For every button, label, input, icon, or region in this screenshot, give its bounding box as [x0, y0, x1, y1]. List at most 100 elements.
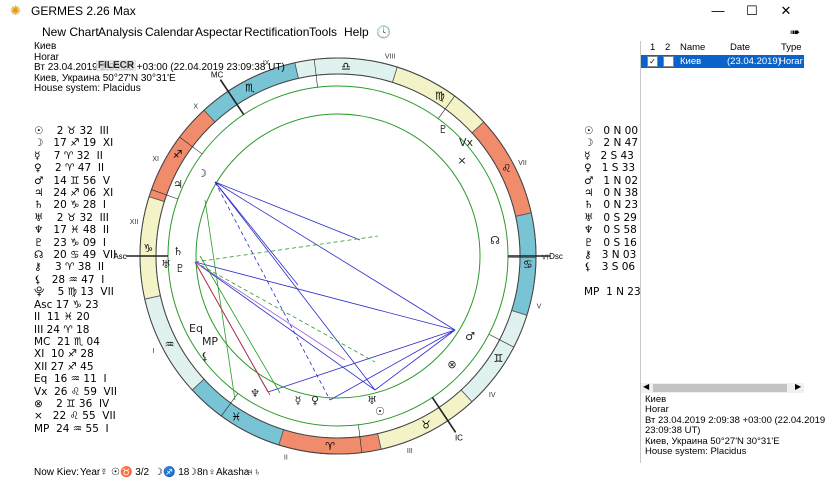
- list-item: MP 1 N 23: [584, 286, 641, 299]
- sign-glyph: ♉: [421, 418, 431, 431]
- panel-info-line: House system: Placidus: [645, 446, 747, 458]
- status-now: Now Kiev:: [34, 467, 80, 478]
- status-year[interactable]: Year☿: [80, 467, 108, 478]
- house-number: IV: [489, 392, 496, 399]
- list-item: MC 21 ♏ 04: [34, 335, 100, 348]
- house-number: V: [537, 304, 542, 311]
- list-item: Vx 26 ♌ 59 VII: [34, 385, 117, 398]
- list-item: ♀ 1 S 33: [584, 162, 636, 175]
- col-date[interactable]: Date: [730, 42, 750, 53]
- planet-glyph: ♇: [438, 123, 448, 136]
- planet-glyph: ♄: [173, 245, 183, 258]
- info-place: Киев, Украина 50°27'N 30°31'E: [34, 72, 176, 84]
- planet-glyph: MP: [202, 335, 218, 348]
- planet-glyph: ☉: [375, 405, 385, 418]
- col-1[interactable]: 1: [650, 42, 655, 53]
- sign-glyph: ♎: [341, 60, 351, 73]
- list-item: ⚷ 3 ♈ 38 II: [34, 261, 105, 274]
- list-item: ♆ 17 ♓ 48 II: [34, 224, 110, 237]
- planet-glyph: ♃: [173, 178, 183, 191]
- status-moon[interactable]: ☽♐ 18: [154, 467, 189, 478]
- col-name[interactable]: Name: [680, 42, 705, 53]
- col-type[interactable]: Type: [781, 42, 802, 53]
- row-date: (23.04.2019): [727, 56, 781, 67]
- list-item: ♄ 0 N 23: [584, 199, 638, 212]
- house-number: II: [284, 454, 288, 461]
- status-sun[interactable]: ☉♉ 3/2: [111, 467, 149, 478]
- panel-toggle-icon[interactable]: ➠: [790, 25, 800, 39]
- list-item: ♂ 1 N 02: [584, 174, 638, 187]
- planet-glyph: ⊗: [447, 358, 456, 371]
- list-item: [584, 274, 641, 286]
- row-name: Киев: [680, 56, 702, 67]
- panel-info-line: Вт 23.04.2019 2:09:38 +03:00 (22.04.2019: [645, 414, 826, 426]
- sign-glyph: ♌: [501, 162, 511, 175]
- scroll-right-icon[interactable]: ▶: [795, 382, 801, 391]
- watermark: FILECR: [96, 60, 137, 71]
- sign-glyph: ♍: [435, 90, 445, 103]
- house-number: VII: [518, 160, 527, 167]
- list-item: ♅ 2 ♉ 32 III: [34, 211, 109, 224]
- chart-list-header: 1 2 Name Date Type: [641, 41, 804, 54]
- sign-glyph: ♊: [493, 352, 503, 365]
- list-item: ☽ 2 N 47: [584, 137, 638, 150]
- house-number: X: [193, 104, 198, 111]
- planet-glyph: ♂: [465, 330, 475, 343]
- status-akasha[interactable]: Akasha: [216, 467, 249, 478]
- check-2-checkbox[interactable]: [663, 56, 674, 67]
- planet-glyph: ⚸: [201, 350, 209, 363]
- maximize-button[interactable]: ☐: [734, 0, 770, 22]
- info-house-system: House system: Placidus: [34, 83, 141, 94]
- list-item: MP 24 ♒ 55 I: [34, 422, 109, 435]
- col-2[interactable]: 2: [665, 42, 670, 53]
- house-ring: [167, 85, 509, 427]
- list-item: II 11 ♓ 20: [34, 311, 90, 324]
- list-item: Eq 16 ♒ 11 I: [34, 373, 107, 386]
- list-item: ♇ 0 S 16: [584, 236, 637, 249]
- sign-glyph: ♐: [173, 148, 183, 161]
- list-item: ☿ 7 ♈ 32 II: [34, 149, 103, 162]
- chart-list-row[interactable]: ✓ Киев (23.04.2019) Horar: [641, 55, 804, 68]
- planet-glyph: Eq: [189, 322, 203, 335]
- list-item: ☉ 2 ♉ 32 III: [34, 125, 109, 137]
- list-item: XII 27 ♐ 45: [34, 360, 94, 373]
- planet-glyph: ☽: [197, 167, 207, 180]
- close-button[interactable]: ✕: [768, 0, 804, 22]
- angle-label: IC: [455, 433, 463, 442]
- sign-glyph: ♓: [231, 410, 241, 423]
- check-1-checkbox[interactable]: ✓: [647, 56, 658, 67]
- list-item: ♅ 0 S 29: [584, 211, 637, 224]
- list-item: XI 10 ♐ 28: [34, 348, 94, 361]
- list-item: ♃ 24 ♐ 06 XI: [34, 187, 114, 200]
- list-item: Asc 17 ♑ 23: [34, 298, 99, 311]
- horizontal-scrollbar[interactable]: ◀ ▶: [641, 382, 804, 393]
- status-bar: Now Kiev: Year☿ ☉♉ 3/2 ☽♐ 18 ☽8n♀ Akasha…: [0, 463, 836, 484]
- list-item: ☽ 17 ♐ 19 XI: [34, 137, 114, 150]
- panel-info-line: 23:09:38 UT): [645, 425, 701, 437]
- sign-glyph: ♈: [325, 440, 335, 453]
- house-number: III: [407, 448, 413, 455]
- planet-glyph: ♀: [311, 394, 319, 407]
- row-type: Horar: [779, 56, 803, 67]
- planet-glyph: ♇: [175, 262, 185, 275]
- status-moon-aspect[interactable]: ☽8n♀: [188, 467, 216, 478]
- angle-label: Dsc: [549, 252, 563, 261]
- planet-glyph: ☿: [295, 394, 302, 407]
- sign-glyph: ♑: [143, 242, 153, 255]
- list-item: ☉ 0 N 00: [584, 125, 638, 137]
- list-item: ♃ 0 N 38: [584, 187, 638, 200]
- panel-chart-info: Киев Horar Вт 23.04.2019 2:09:38 +03:00 …: [645, 394, 826, 458]
- sign-glyph: ♋: [523, 258, 533, 271]
- list-item: ☊ 20 ♋ 49 VII: [34, 249, 117, 262]
- planet-glyph: Vx: [459, 136, 474, 149]
- house-number: I: [153, 348, 155, 355]
- list-item: ⚷ 3 N 03: [584, 249, 637, 262]
- status-planets[interactable]: ♃♄: [246, 467, 261, 478]
- scroll-left-icon[interactable]: ◀: [643, 382, 649, 391]
- list-item: ♀ 2 ♈ 47 II: [34, 162, 105, 175]
- planet-positions: ☉ 2 ♉ 32 III ☽ 17 ♐ 19 XI ☿ 7 ♈ 32 II ♀ 2 ♈…: [34, 125, 117, 435]
- scrollbar-thumb[interactable]: [653, 384, 787, 392]
- minimize-button[interactable]: —: [700, 0, 736, 22]
- chart-info: Киев Horar Вт 23.04.2019 2:09:38 +03:00 …: [34, 41, 285, 95]
- panel-info-line: Horar: [645, 404, 669, 416]
